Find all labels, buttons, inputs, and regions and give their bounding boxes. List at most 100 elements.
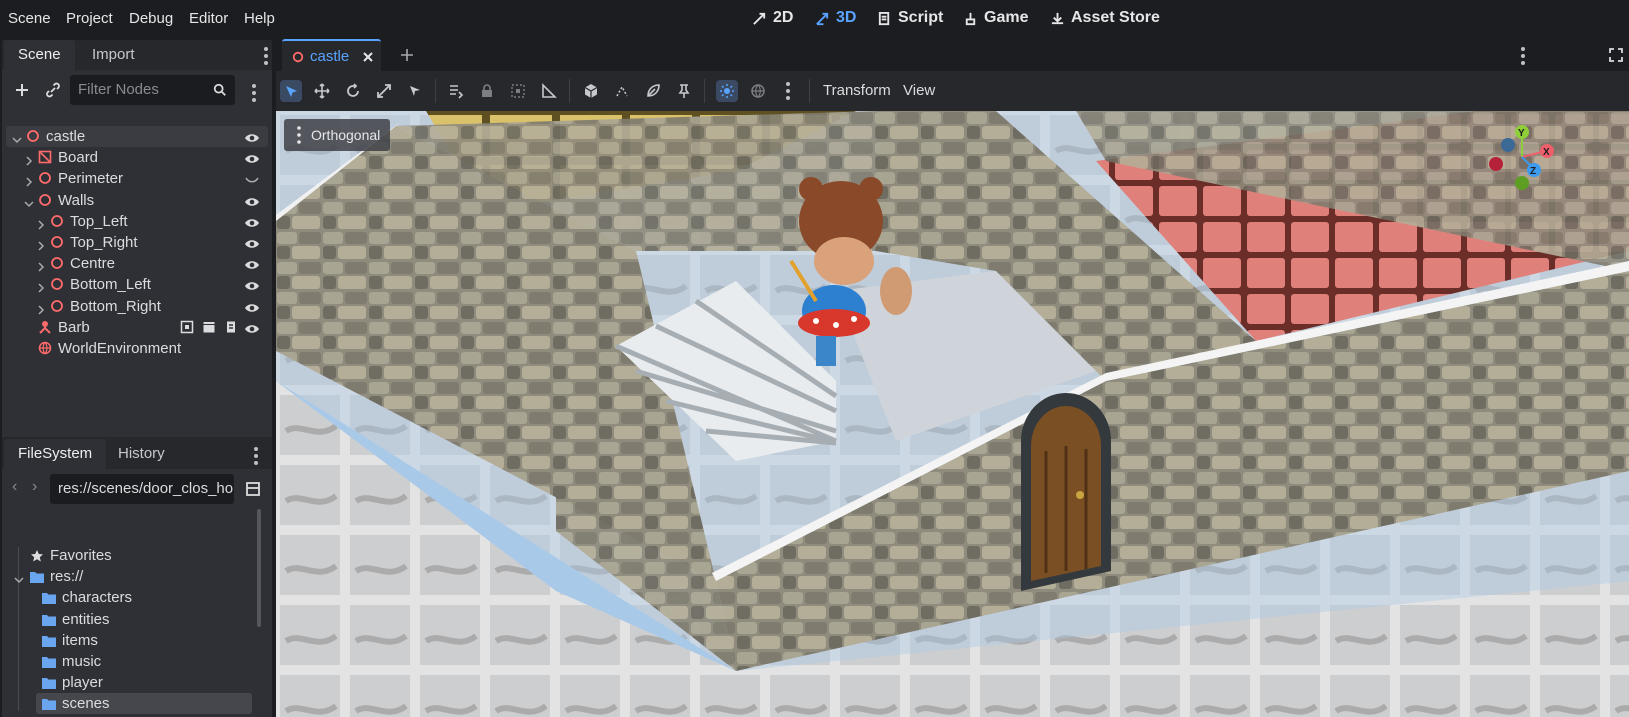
scene-dock-menu-icon[interactable] <box>264 47 268 65</box>
3d-viewport[interactable]: Orthogonal Y X Z <box>276 111 1629 717</box>
sun-icon[interactable] <box>716 80 738 102</box>
eye-icon[interactable] <box>244 279 260 291</box>
workspace-game-button[interactable]: Game <box>963 9 1028 27</box>
workspace-asset-store-button[interactable]: Asset Store <box>1050 9 1160 27</box>
fs-item-items[interactable]: items <box>2 630 252 651</box>
workspace-3d-button[interactable]: 3D <box>815 9 856 27</box>
view-menu[interactable]: View <box>903 82 935 99</box>
menu-debug[interactable]: Debug <box>129 10 173 27</box>
clapper-icon[interactable] <box>202 320 216 334</box>
chevron-right-icon[interactable] <box>24 153 34 166</box>
leaf-icon[interactable] <box>642 80 664 102</box>
scale-mode-icon[interactable] <box>373 80 395 102</box>
fs-item-player[interactable]: player <box>2 672 252 693</box>
link-icon[interactable] <box>42 79 64 101</box>
add-tab-icon[interactable] <box>400 48 414 62</box>
chevron-right-icon[interactable] <box>36 302 46 315</box>
ruler-icon[interactable] <box>538 80 560 102</box>
fs-item-label: player <box>62 674 103 692</box>
tree-item-top-left[interactable]: Top_Left <box>6 211 268 232</box>
chevron-right-icon[interactable] <box>36 280 46 293</box>
tree-item-castle[interactable]: castle <box>6 126 268 147</box>
tree-item-worldenvironment[interactable]: WorldEnvironment <box>6 338 268 359</box>
list-icon[interactable] <box>445 80 467 102</box>
scene-tab-castle[interactable]: castle <box>282 39 381 71</box>
chevron-right-icon[interactable] <box>36 238 46 251</box>
eye-icon[interactable] <box>244 301 260 313</box>
chevron-right-icon[interactable] <box>24 174 34 187</box>
tab-import[interactable]: Import <box>78 40 149 70</box>
fs-item-res[interactable]: res:// <box>2 566 252 587</box>
split-view-icon[interactable] <box>242 478 264 500</box>
eye-icon[interactable] <box>244 195 260 207</box>
tab-scene[interactable]: Scene <box>4 40 75 70</box>
pin-icon[interactable] <box>673 80 695 102</box>
tab-history[interactable]: History <box>104 439 179 469</box>
lock-icon[interactable] <box>476 80 498 102</box>
chevron-down-icon[interactable] <box>12 132 22 144</box>
tree-item-board[interactable]: Board <box>6 147 268 168</box>
group-icon[interactable] <box>507 80 529 102</box>
fs-item-characters[interactable]: characters <box>2 587 252 608</box>
eye-closed-icon[interactable] <box>244 173 260 185</box>
tree-item-bottom-left[interactable]: Bottom_Left <box>6 274 268 295</box>
add-node-icon[interactable] <box>11 79 33 101</box>
eye-icon[interactable] <box>244 322 260 334</box>
eye-icon[interactable] <box>244 216 260 228</box>
path-field[interactable]: res://scenes/door_clos_ho <box>50 474 234 504</box>
scene-tree-menu-icon[interactable] <box>252 84 256 102</box>
select-mode-icon[interactable] <box>280 80 302 102</box>
perspective-menu[interactable]: Orthogonal <box>284 119 390 151</box>
eye-icon[interactable] <box>244 237 260 249</box>
tree-item-bottom-right[interactable]: Bottom_Right <box>6 296 268 317</box>
editor-menu-icon[interactable] <box>1521 47 1525 65</box>
fs-item-scenes[interactable]: scenes <box>36 693 252 715</box>
tree-item-barb[interactable]: Barb <box>6 317 268 338</box>
chevron-down-icon[interactable] <box>24 196 34 207</box>
tree-item-walls[interactable]: Walls <box>6 190 268 211</box>
workspace-script-label: Script <box>898 9 944 26</box>
menu-editor[interactable]: Editor <box>189 10 228 27</box>
tree-item-centre[interactable]: Centre <box>6 253 268 274</box>
move-mode-icon[interactable] <box>311 80 333 102</box>
folder-icon <box>42 697 56 711</box>
script-icon[interactable] <box>224 320 238 334</box>
rotate-mode-icon[interactable] <box>342 80 364 102</box>
chevron-down-icon[interactable] <box>14 572 24 588</box>
close-icon[interactable] <box>362 51 374 63</box>
workspace-script-button[interactable]: Script <box>877 9 943 27</box>
node3d-icon <box>292 51 304 63</box>
eye-icon[interactable] <box>244 131 260 143</box>
game-icon <box>965 12 976 25</box>
tree-item-label: Top_Right <box>70 234 138 251</box>
filesystem-dock-menu-icon[interactable] <box>254 447 258 465</box>
instance-icon[interactable] <box>180 320 194 334</box>
back-icon[interactable]: ‹ <box>12 478 17 496</box>
forward-icon[interactable]: › <box>32 478 37 496</box>
fs-item-music[interactable]: music <box>2 651 252 672</box>
tree-item-label: Board <box>58 149 99 167</box>
snap-icon[interactable] <box>611 80 633 102</box>
tab-filesystem[interactable]: FileSystem <box>4 439 107 469</box>
workspace-2d-button[interactable]: 2D <box>752 9 793 27</box>
menu-help[interactable]: Help <box>244 10 275 27</box>
select-cursor-icon[interactable] <box>404 80 426 102</box>
3d-icon <box>816 12 829 25</box>
menu-scene[interactable]: Scene <box>8 10 51 27</box>
transform-menu[interactable]: Transform <box>823 82 891 99</box>
chevron-right-icon[interactable] <box>36 259 46 272</box>
fs-item-entities[interactable]: entities <box>2 609 252 630</box>
toolbar-menu-icon[interactable] <box>786 82 790 100</box>
chevron-right-icon[interactable] <box>36 217 46 230</box>
eye-icon[interactable] <box>244 152 260 164</box>
tree-item-top-right[interactable]: Top_Right <box>6 232 268 253</box>
menu-project[interactable]: Project <box>66 10 113 27</box>
cube-icon[interactable] <box>580 80 602 102</box>
node3d-icon <box>50 256 64 270</box>
eye-icon[interactable] <box>244 258 260 270</box>
environment-icon[interactable] <box>747 80 769 102</box>
fs-item-favorites[interactable]: Favorites <box>2 545 252 566</box>
tree-item-perimeter[interactable]: Perimeter <box>6 168 268 189</box>
fullscreen-icon[interactable] <box>1609 48 1623 62</box>
scrollbar[interactable] <box>257 509 261 627</box>
